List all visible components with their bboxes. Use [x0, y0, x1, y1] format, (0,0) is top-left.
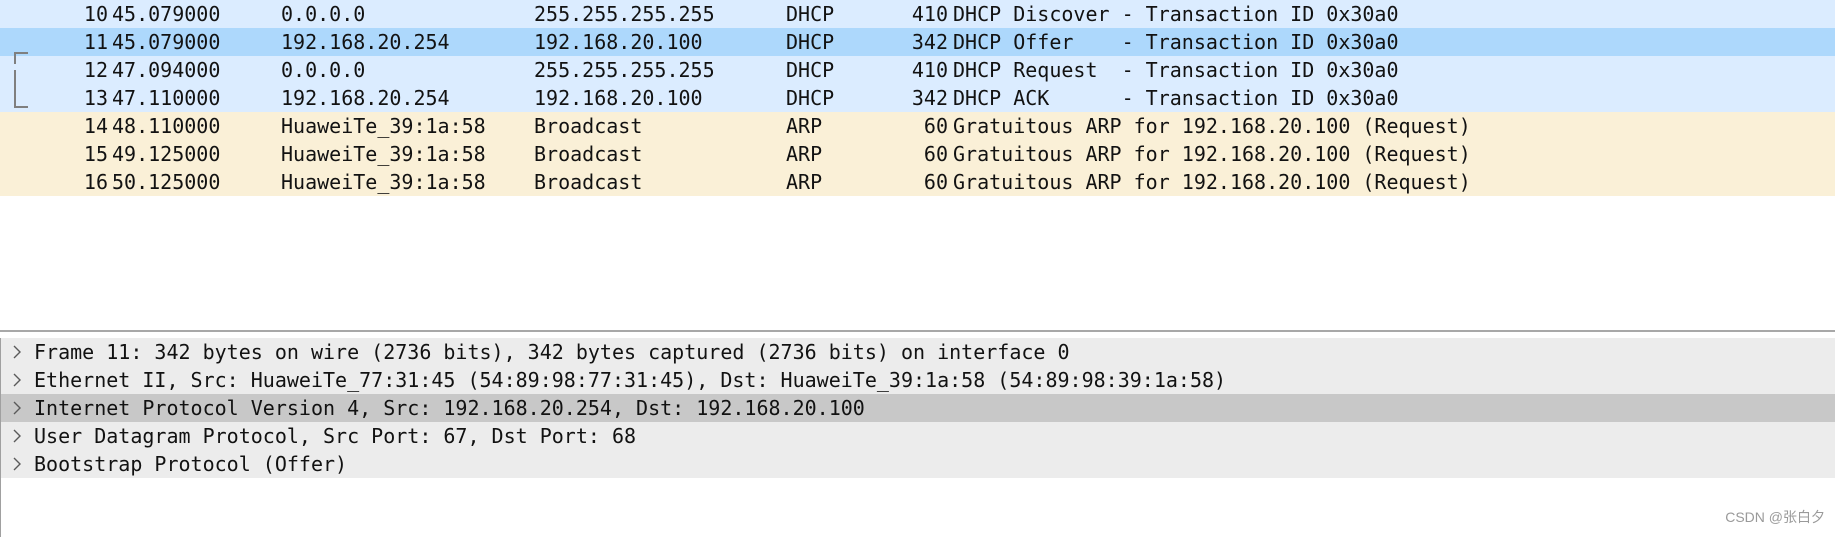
packet-time: 50.125000 [112, 170, 221, 194]
packet-info: DHCP Request - Transaction ID 0x30a0 [953, 58, 1399, 82]
packet-info: Gratuitous ARP for 192.168.20.100 (Reque… [953, 142, 1471, 166]
packet-row-13[interactable]: 13 47.110000 192.168.20.254 192.168.20.1… [0, 84, 1835, 112]
detail-row-label: Ethernet II, Src: HuaweiTe_77:31:45 (54:… [34, 368, 1227, 392]
detail-row-label: Bootstrap Protocol (Offer) [34, 452, 348, 476]
packet-length: 410 [911, 2, 948, 26]
packet-source: 0.0.0.0 [281, 2, 366, 26]
packet-destination: Broadcast [534, 142, 643, 166]
packet-time: 47.110000 [112, 86, 221, 110]
detail-row-ethernet[interactable]: Ethernet II, Src: HuaweiTe_77:31:45 (54:… [1, 366, 1835, 394]
packet-destination: 255.255.255.255 [534, 58, 715, 82]
packet-info: DHCP Discover - Transaction ID 0x30a0 [953, 2, 1399, 26]
packet-details: Frame 11: 342 bytes on wire (2736 bits),… [0, 338, 1835, 537]
packet-length: 410 [911, 58, 948, 82]
packet-row-11-selected[interactable]: 11 45.079000 192.168.20.254 192.168.20.1… [0, 28, 1835, 56]
packet-source: 192.168.20.254 [281, 30, 450, 54]
packet-source: 192.168.20.254 [281, 86, 450, 110]
packet-info: DHCP Offer - Transaction ID 0x30a0 [953, 30, 1399, 54]
packet-protocol: ARP [786, 114, 823, 138]
chevron-right-icon[interactable] [9, 450, 25, 478]
packet-protocol: DHCP [786, 30, 835, 54]
packet-destination: Broadcast [534, 114, 643, 138]
packet-destination: 192.168.20.100 [534, 30, 703, 54]
packet-info: Gratuitous ARP for 192.168.20.100 (Reque… [953, 114, 1471, 138]
packet-time: 48.110000 [112, 114, 221, 138]
packet-protocol: ARP [786, 142, 823, 166]
packet-protocol: ARP [786, 170, 823, 194]
packet-list: 10 45.079000 0.0.0.0 255.255.255.255 DHC… [0, 0, 1835, 330]
packet-row-12[interactable]: 12 47.094000 0.0.0.0 255.255.255.255 DHC… [0, 56, 1835, 84]
chevron-right-icon[interactable] [9, 366, 25, 394]
detail-row-label: User Datagram Protocol, Src Port: 67, Ds… [34, 424, 637, 448]
packet-time: 49.125000 [112, 142, 221, 166]
detail-row-label: Internet Protocol Version 4, Src: 192.16… [34, 396, 865, 420]
packet-info: DHCP ACK - Transaction ID 0x30a0 [953, 86, 1399, 110]
watermark: CSDN @张白夕 [1725, 509, 1825, 525]
packet-source: 0.0.0.0 [281, 58, 366, 82]
detail-row-udp[interactable]: User Datagram Protocol, Src Port: 67, Ds… [1, 422, 1835, 450]
detail-row-label: Frame 11: 342 bytes on wire (2736 bits),… [34, 340, 1070, 364]
packet-row-14[interactable]: 14 48.110000 HuaweiTe_39:1a:58 Broadcast… [0, 112, 1835, 140]
packet-number: 15 [83, 142, 108, 166]
packet-protocol: DHCP [786, 86, 835, 110]
packet-number: 12 [83, 58, 108, 82]
packet-source: HuaweiTe_39:1a:58 [281, 114, 486, 138]
chevron-right-icon[interactable] [9, 422, 25, 450]
packet-number: 13 [83, 86, 108, 110]
packet-length: 342 [911, 30, 948, 54]
packet-protocol: DHCP [786, 2, 835, 26]
packet-number: 16 [83, 170, 108, 194]
packet-length: 60 [923, 170, 948, 194]
detail-row-bootp[interactable]: Bootstrap Protocol (Offer) [1, 450, 1835, 478]
packet-destination: Broadcast [534, 170, 643, 194]
packet-source: HuaweiTe_39:1a:58 [281, 142, 486, 166]
packet-time: 45.079000 [112, 2, 221, 26]
packet-length: 342 [911, 86, 948, 110]
packet-row-15[interactable]: 15 49.125000 HuaweiTe_39:1a:58 Broadcast… [0, 140, 1835, 168]
chevron-right-icon[interactable] [9, 394, 25, 422]
detail-row-ipv4[interactable]: Internet Protocol Version 4, Src: 192.16… [1, 394, 1835, 422]
packet-number: 14 [83, 114, 108, 138]
detail-row-frame[interactable]: Frame 11: 342 bytes on wire (2736 bits),… [1, 338, 1835, 366]
wireshark-window: 10 45.079000 0.0.0.0 255.255.255.255 DHC… [0, 0, 1835, 537]
packet-source: HuaweiTe_39:1a:58 [281, 170, 486, 194]
packet-row-16[interactable]: 16 50.125000 HuaweiTe_39:1a:58 Broadcast… [0, 168, 1835, 196]
packet-length: 60 [923, 142, 948, 166]
packet-destination: 192.168.20.100 [534, 86, 703, 110]
chevron-right-icon[interactable] [9, 338, 25, 366]
conversation-bracket-icon [14, 52, 28, 108]
packet-time: 47.094000 [112, 58, 221, 82]
packet-info: Gratuitous ARP for 192.168.20.100 (Reque… [953, 170, 1471, 194]
packet-row-10[interactable]: 10 45.079000 0.0.0.0 255.255.255.255 DHC… [0, 0, 1835, 28]
packet-number: 10 [83, 2, 108, 26]
packet-protocol: DHCP [786, 58, 835, 82]
packet-destination: 255.255.255.255 [534, 2, 715, 26]
packet-time: 45.079000 [112, 30, 221, 54]
packet-number: 11 [83, 30, 108, 54]
packet-length: 60 [923, 114, 948, 138]
